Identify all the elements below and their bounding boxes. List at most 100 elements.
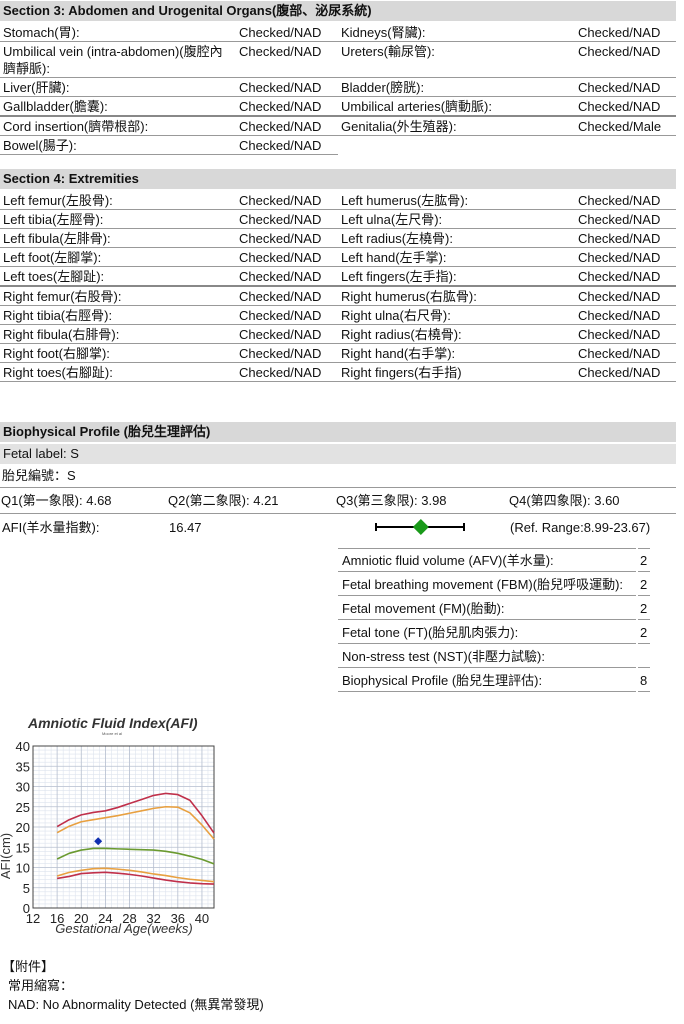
status-value: Checked/NAD: [575, 210, 676, 229]
divider: [338, 571, 636, 572]
divider: [338, 667, 636, 668]
x-tick-label: 28: [122, 911, 136, 926]
organ-label: Right ulna(右尺骨):: [338, 306, 575, 325]
afi-range-indicator: [375, 519, 465, 535]
afi-marker-diamond: [412, 519, 429, 535]
section4-table: Left femur(左股骨): Checked/NAD Left humerus(…: [0, 191, 676, 382]
table-row: Right femur(右股骨): Checked/NAD Right humeru…: [0, 287, 676, 306]
organ-label: Right hand(右手掌):: [338, 344, 575, 363]
organ-label: Bladder(膀胱):: [338, 78, 575, 97]
status-value: Checked/NAD: [236, 42, 338, 78]
organ-label: Cord insertion(臍帶根部):: [0, 117, 236, 136]
y-tick-label: 40: [16, 739, 30, 754]
organ-label: Left radius(左橈骨):: [338, 229, 575, 248]
abbreviation-heading: 常用縮寫：: [8, 978, 74, 993]
section3-header: Section 3: Abdomen and Urogenital Organs…: [0, 1, 676, 21]
table-row: Left fibula(左腓骨): Checked/NAD Left radius(…: [0, 229, 676, 248]
divider: [338, 643, 636, 644]
status-value: Checked/NAD: [575, 344, 676, 363]
table-row: Left tibia(左脛骨): Checked/NAD Left ulna(左尺骨…: [0, 210, 676, 229]
organ-label: Left fibula(左腓骨):: [0, 229, 236, 248]
organ-label: Genitalia(外生殖器):: [338, 117, 575, 136]
organ-label: Umbilical vein (intra-abdomen)(腹腔內臍靜脈):: [0, 42, 236, 78]
table-row: Bowel(腸子): Checked/NAD: [0, 136, 676, 155]
fetal-number: 胎兒編號：S: [2, 468, 76, 483]
status-value: Checked/NAD: [236, 287, 338, 306]
status-value: Checked/NAD: [236, 78, 338, 97]
y-tick-label: 15: [16, 840, 30, 855]
divider: [338, 595, 636, 596]
organ-label: Right toes(右腳趾):: [0, 363, 236, 382]
table-row: Umbilical vein (intra-abdomen)(腹腔內臍靜脈): C…: [0, 42, 676, 78]
chart-subtitle: Moore et al: [102, 731, 122, 736]
organ-label: Umbilical arteries(臍動脈):: [338, 97, 575, 117]
organ-label: Right fingers(右手指): [338, 363, 575, 382]
bpp-score-label: Biophysical Profile (胎兒生理評估):: [342, 673, 543, 688]
bpp-score-label: Fetal breathing movement (FBM)(胎兒呼吸運動):: [342, 577, 624, 592]
bpp-score-value: 2: [640, 577, 648, 592]
afi-chart: Amniotic Fluid Index(AFI) Moore et al AF…: [0, 715, 215, 936]
bpp-score-label: Fetal tone (FT)(胎兒肌肉張力):: [342, 625, 519, 640]
y-tick-label: 20: [16, 820, 30, 835]
fetal-label: Fetal label: S: [0, 444, 676, 464]
status-value: Checked/NAD: [236, 344, 338, 363]
table-row: Gallbladder(膽囊): Checked/NAD Umbilical art…: [0, 97, 676, 117]
afi-label: AFI(羊水量指數):: [2, 520, 100, 535]
bpp-score-label: Fetal movement (FM)(胎動):: [342, 601, 505, 616]
bpp-score-value: 2: [640, 601, 648, 616]
status-value: Checked/NAD: [236, 97, 338, 117]
status-value: [575, 136, 676, 155]
bpp-score-label: Amniotic fluid volume (AFV)(羊水量):: [342, 553, 554, 568]
status-value: Checked/NAD: [236, 23, 338, 42]
section3-table: Stomach(胃): Checked/NAD Kidneys(腎臟): Checke…: [0, 23, 676, 155]
divider: [638, 619, 650, 620]
status-value: Checked/NAD: [575, 23, 676, 42]
organ-label: Liver(肝臟):: [0, 78, 236, 97]
status-value: Checked/NAD: [575, 97, 676, 117]
table-row: Right fibula(右腓骨): Checked/NAD Right radiu…: [0, 325, 676, 344]
y-tick-label: 35: [16, 759, 30, 774]
bpp-score-value: 2: [640, 553, 648, 568]
organ-label: Right tibia(右脛骨):: [0, 306, 236, 325]
q1-value: Q1(第一象限): 4.68: [1, 493, 112, 508]
q4-value: Q4(第四象限): 3.60: [509, 493, 620, 508]
status-value: Checked/NAD: [575, 42, 676, 78]
divider: [0, 513, 676, 514]
status-value: Checked/NAD: [575, 325, 676, 344]
bpp-score-value: 2: [640, 625, 648, 640]
bpp-header: Biophysical Profile (胎兒生理評估): [0, 422, 676, 442]
table-row: Left femur(左股骨): Checked/NAD Left humerus(…: [0, 191, 676, 210]
organ-label: Bowel(腸子):: [0, 136, 236, 155]
table-row: Left toes(左腳趾): Checked/NAD Left fingers(左…: [0, 267, 676, 287]
y-tick-label: 10: [16, 861, 30, 876]
x-tick-label: 40: [195, 911, 209, 926]
organ-label: Left toes(左腳趾):: [0, 267, 236, 287]
section4-header: Section 4: Extremities: [0, 169, 676, 189]
bpp-score-row: Biophysical Profile (胎兒生理評估): 8: [338, 669, 650, 692]
bpp-score-label: Non-stress test (NST)(非壓力試驗):: [342, 649, 545, 664]
q2-value: Q2(第二象限): 4.21: [168, 493, 279, 508]
nad-definition: NAD: No Abnormality Detected (無異常發現): [8, 997, 264, 1012]
x-tick-label: 32: [146, 911, 160, 926]
organ-label: Kidneys(腎臟):: [338, 23, 575, 42]
status-value: Checked/NAD: [575, 78, 676, 97]
organ-label: Right femur(右股骨):: [0, 287, 236, 306]
status-value: Checked/NAD: [575, 267, 676, 287]
x-tick-label: 12: [26, 911, 40, 926]
organ-label: Left fingers(左手指):: [338, 267, 575, 287]
bpp-score-row: Non-stress test (NST)(非壓力試驗):: [338, 645, 650, 668]
organ-label: Left femur(左股骨):: [0, 191, 236, 210]
q3-value: Q3(第三象限): 3.98: [336, 493, 447, 508]
organ-label: Ureters(輸尿管):: [338, 42, 575, 78]
table-row: Right toes(右腳趾): Checked/NAD Right fingers…: [0, 363, 676, 382]
status-value: Checked/NAD: [236, 229, 338, 248]
y-tick-label: 5: [23, 881, 30, 896]
table-row: Left foot(左腳掌): Checked/NAD Left hand(左手掌)…: [0, 248, 676, 267]
status-value: Checked/NAD: [236, 191, 338, 210]
x-tick-label: 36: [171, 911, 185, 926]
status-value: Checked/NAD: [236, 136, 338, 155]
bpp-score-row: Fetal movement (FM)(胎動): 2: [338, 597, 650, 620]
y-tick-label: 30: [16, 780, 30, 795]
bpp-score-value: 8: [640, 673, 648, 688]
bpp-score-row: Amniotic fluid volume (AFV)(羊水量): 2: [338, 549, 650, 572]
